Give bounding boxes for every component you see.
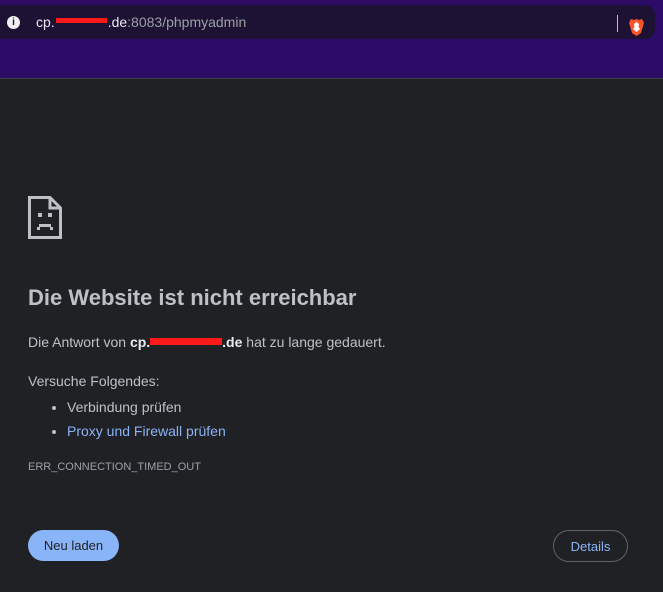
- url-text[interactable]: cp. .de:8083/phpmyadmin: [36, 14, 246, 31]
- error-code: ERR_CONNECTION_TIMED_OUT: [28, 461, 201, 473]
- details-button[interactable]: Details: [553, 530, 628, 562]
- suggestion-check-proxy[interactable]: Proxy und Firewall prüfen: [67, 419, 226, 443]
- sad-document-icon: [28, 196, 62, 239]
- host-name: cp. .de: [130, 334, 242, 350]
- suggestions-heading: Versuche Folgendes:: [28, 373, 160, 389]
- url-path: :8083/phpmyadmin: [127, 14, 247, 30]
- url-prefix: cp.: [36, 14, 55, 30]
- info-icon[interactable]: i: [7, 16, 20, 29]
- page-title: Die Website ist nicht erreichbar: [28, 285, 357, 310]
- proxy-firewall-link[interactable]: Proxy und Firewall prüfen: [67, 423, 226, 439]
- host-redaction: [150, 338, 223, 345]
- error-page: Die Website ist nicht erreichbar Die Ant…: [0, 79, 663, 592]
- desc-prefix: Die Antwort von: [28, 334, 130, 350]
- url-domain-suffix: .de: [107, 14, 128, 30]
- browser-toolbar: i cp. .de:8083/phpmyadmin: [0, 0, 663, 79]
- suggestion-text: Verbindung prüfen: [67, 399, 182, 415]
- desc-suffix: hat zu lange gedauert.: [242, 334, 386, 350]
- host-prefix: cp.: [129, 334, 151, 350]
- address-bar[interactable]: i cp. .de:8083/phpmyadmin: [0, 5, 655, 39]
- suggestion-check-connection: Verbindung prüfen: [67, 395, 226, 419]
- suggestions-list: Verbindung prüfen Proxy und Firewall prü…: [28, 395, 226, 443]
- reload-button[interactable]: Neu laden: [28, 530, 119, 561]
- host-suffix: .de: [222, 334, 243, 350]
- brave-shields-icon[interactable]: [628, 18, 645, 37]
- error-description: Die Antwort von cp. .de hat zu lange geda…: [28, 334, 386, 350]
- omnibox-separator: [617, 15, 618, 32]
- url-redaction: [55, 18, 107, 23]
